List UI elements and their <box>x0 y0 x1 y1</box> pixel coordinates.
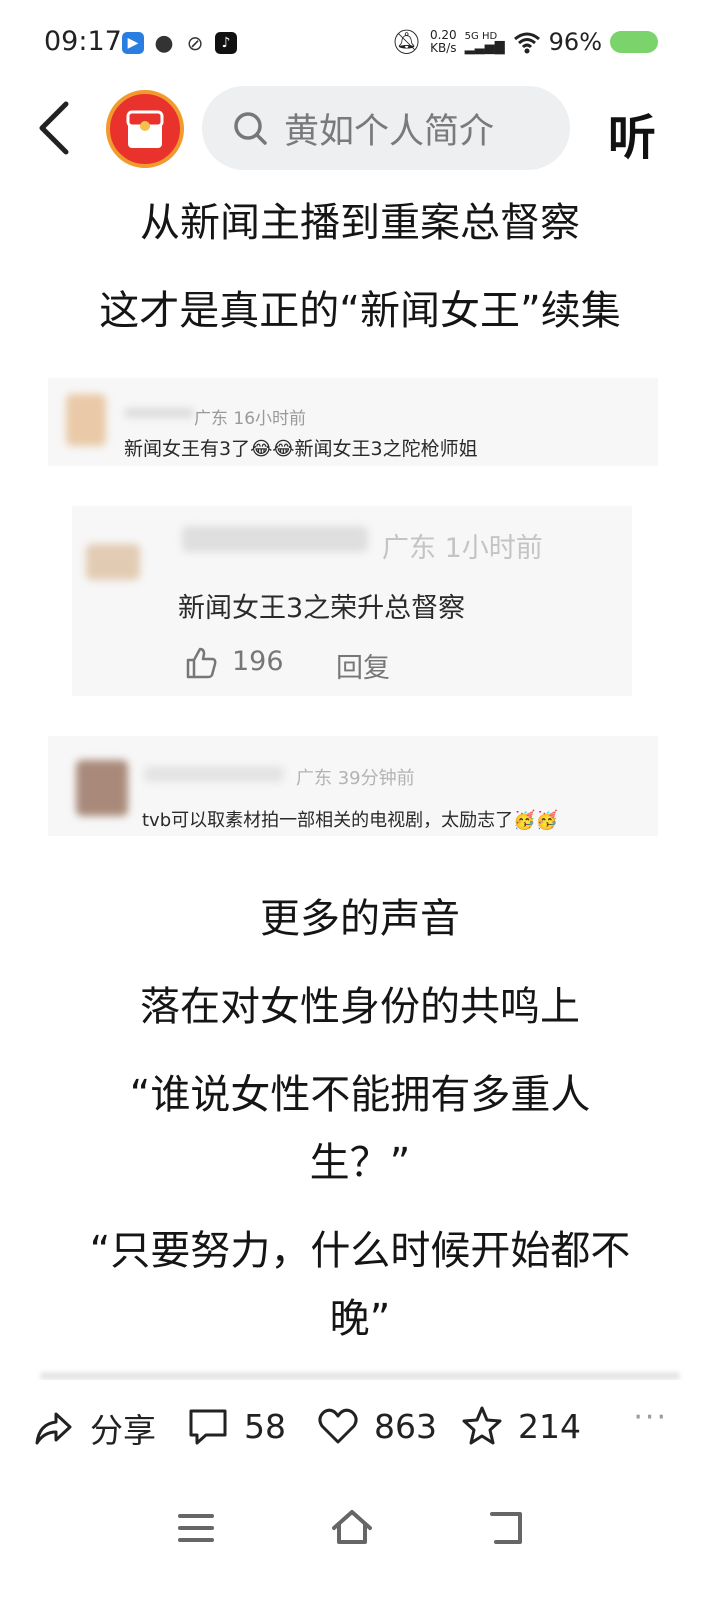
article-line: 晚” <box>329 1296 391 1342</box>
share-label: 分享 <box>90 1411 156 1450</box>
network-speed: 0.20 KB/s <box>429 28 457 55</box>
mute-icon: 🔕︎ <box>391 28 422 56</box>
listen-button[interactable]: 听 <box>608 98 656 168</box>
like-button[interactable]: 863 <box>316 1404 437 1448</box>
comment-meta: 广东 39分钟前 <box>296 768 415 789</box>
cut-off-text-line <box>40 1372 680 1380</box>
comment-meta: 广东 16小时前 <box>194 409 307 429</box>
article-line: 落在对女性身份的共鸣上 <box>140 984 580 1030</box>
article-line: “谁说女性不能拥有多重人 <box>129 1072 591 1118</box>
status-bar: 09:17 ▶ ● ⊘ ♪ 🔕︎ 0.20 KB/s 5G HD ▂▃▅▇ 96… <box>0 0 720 84</box>
tiktok-icon: ♪ <box>215 32 237 54</box>
like-count: 196 <box>232 646 284 677</box>
menu-icon[interactable] <box>172 1504 220 1552</box>
comment-meta: 广东 1小时前 <box>382 533 543 564</box>
author-avatar[interactable] <box>106 90 184 168</box>
article-line: 更多的声音 <box>260 896 460 942</box>
like-count: 863 <box>374 1406 437 1446</box>
battery-percent: 96% <box>548 28 602 56</box>
cellular-signal: 5G HD ▂▃▅▇ <box>464 31 505 55</box>
comment-screenshot: 广东 1小时前 新闻女王3之荣升总督察 196 回复 <box>72 506 632 696</box>
blurred-avatar <box>86 544 140 580</box>
article-line: 生？” <box>309 1140 411 1186</box>
blurred-username <box>144 766 284 782</box>
comment-screenshot: 广东 39分钟前 tvb可以取素材拍一部相关的电视剧，太励志了🥳🥳 <box>48 736 658 836</box>
blurred-username <box>124 408 194 418</box>
top-bar: 黄如个人简介 听 <box>0 84 720 176</box>
notification-icons: ▶ ● ⊘ ♪ <box>122 30 237 56</box>
favorite-button[interactable]: 214 <box>460 1404 581 1448</box>
status-time: 09:17 <box>44 26 122 57</box>
more-options-button[interactable]: ··· <box>633 1400 668 1435</box>
comment-text: tvb可以取素材拍一部相关的电视剧，太励志了🥳🥳 <box>142 810 558 831</box>
article-line: 这才是真正的“新闻女王”续集 <box>99 288 621 334</box>
signal-bars-icon: ▂▃▅▇ <box>464 40 505 55</box>
search-bar[interactable]: 黄如个人简介 <box>202 86 570 170</box>
blurred-username <box>182 526 368 552</box>
blurred-avatar <box>76 760 128 816</box>
star-icon <box>462 1406 502 1445</box>
thumbs-up-icon <box>186 647 217 679</box>
action-bar: 分享 58 863 214 ··· <box>0 1380 720 1480</box>
share-button[interactable]: 分享 <box>32 1404 156 1452</box>
link-icon: ⊘ <box>184 31 206 55</box>
search-placeholder: 黄如个人简介 <box>284 111 495 152</box>
comment-count: 58 <box>244 1406 286 1446</box>
heart-icon <box>318 1408 358 1444</box>
share-icon <box>35 1412 72 1445</box>
article-line: “只要努力，什么时候开始都不 <box>89 1228 631 1274</box>
blurred-avatar <box>66 394 106 446</box>
home-icon[interactable] <box>328 1504 376 1552</box>
comment-screenshot: 广东 16小时前 新闻女王有3了😂😂新闻女王3之陀枪师姐 <box>48 378 658 466</box>
search-icon <box>234 112 267 145</box>
favorite-count: 214 <box>518 1406 581 1446</box>
comment-button[interactable]: 58 <box>186 1404 286 1448</box>
back-nav-icon[interactable] <box>484 1504 532 1552</box>
back-arrow-icon[interactable] <box>30 98 80 158</box>
article-line: 从新闻主播到重案总督察 <box>140 200 580 246</box>
battery-icon <box>610 31 658 53</box>
reply-label: 回复 <box>336 653 390 684</box>
comment-icon <box>189 1409 227 1445</box>
comment-text: 新闻女王有3了😂😂新闻女王3之陀枪师姐 <box>124 438 478 460</box>
wifi-icon <box>513 32 540 54</box>
comment-text: 新闻女王3之荣升总督察 <box>178 593 466 624</box>
app-notification-icon: ▶ <box>122 32 144 54</box>
system-nav-bar <box>0 1480 720 1608</box>
status-indicators: 🔕︎ 0.20 KB/s 5G HD ▂▃▅▇ 96% <box>391 28 658 56</box>
message-icon: ● <box>153 30 175 56</box>
red-packet-icon <box>126 110 164 148</box>
